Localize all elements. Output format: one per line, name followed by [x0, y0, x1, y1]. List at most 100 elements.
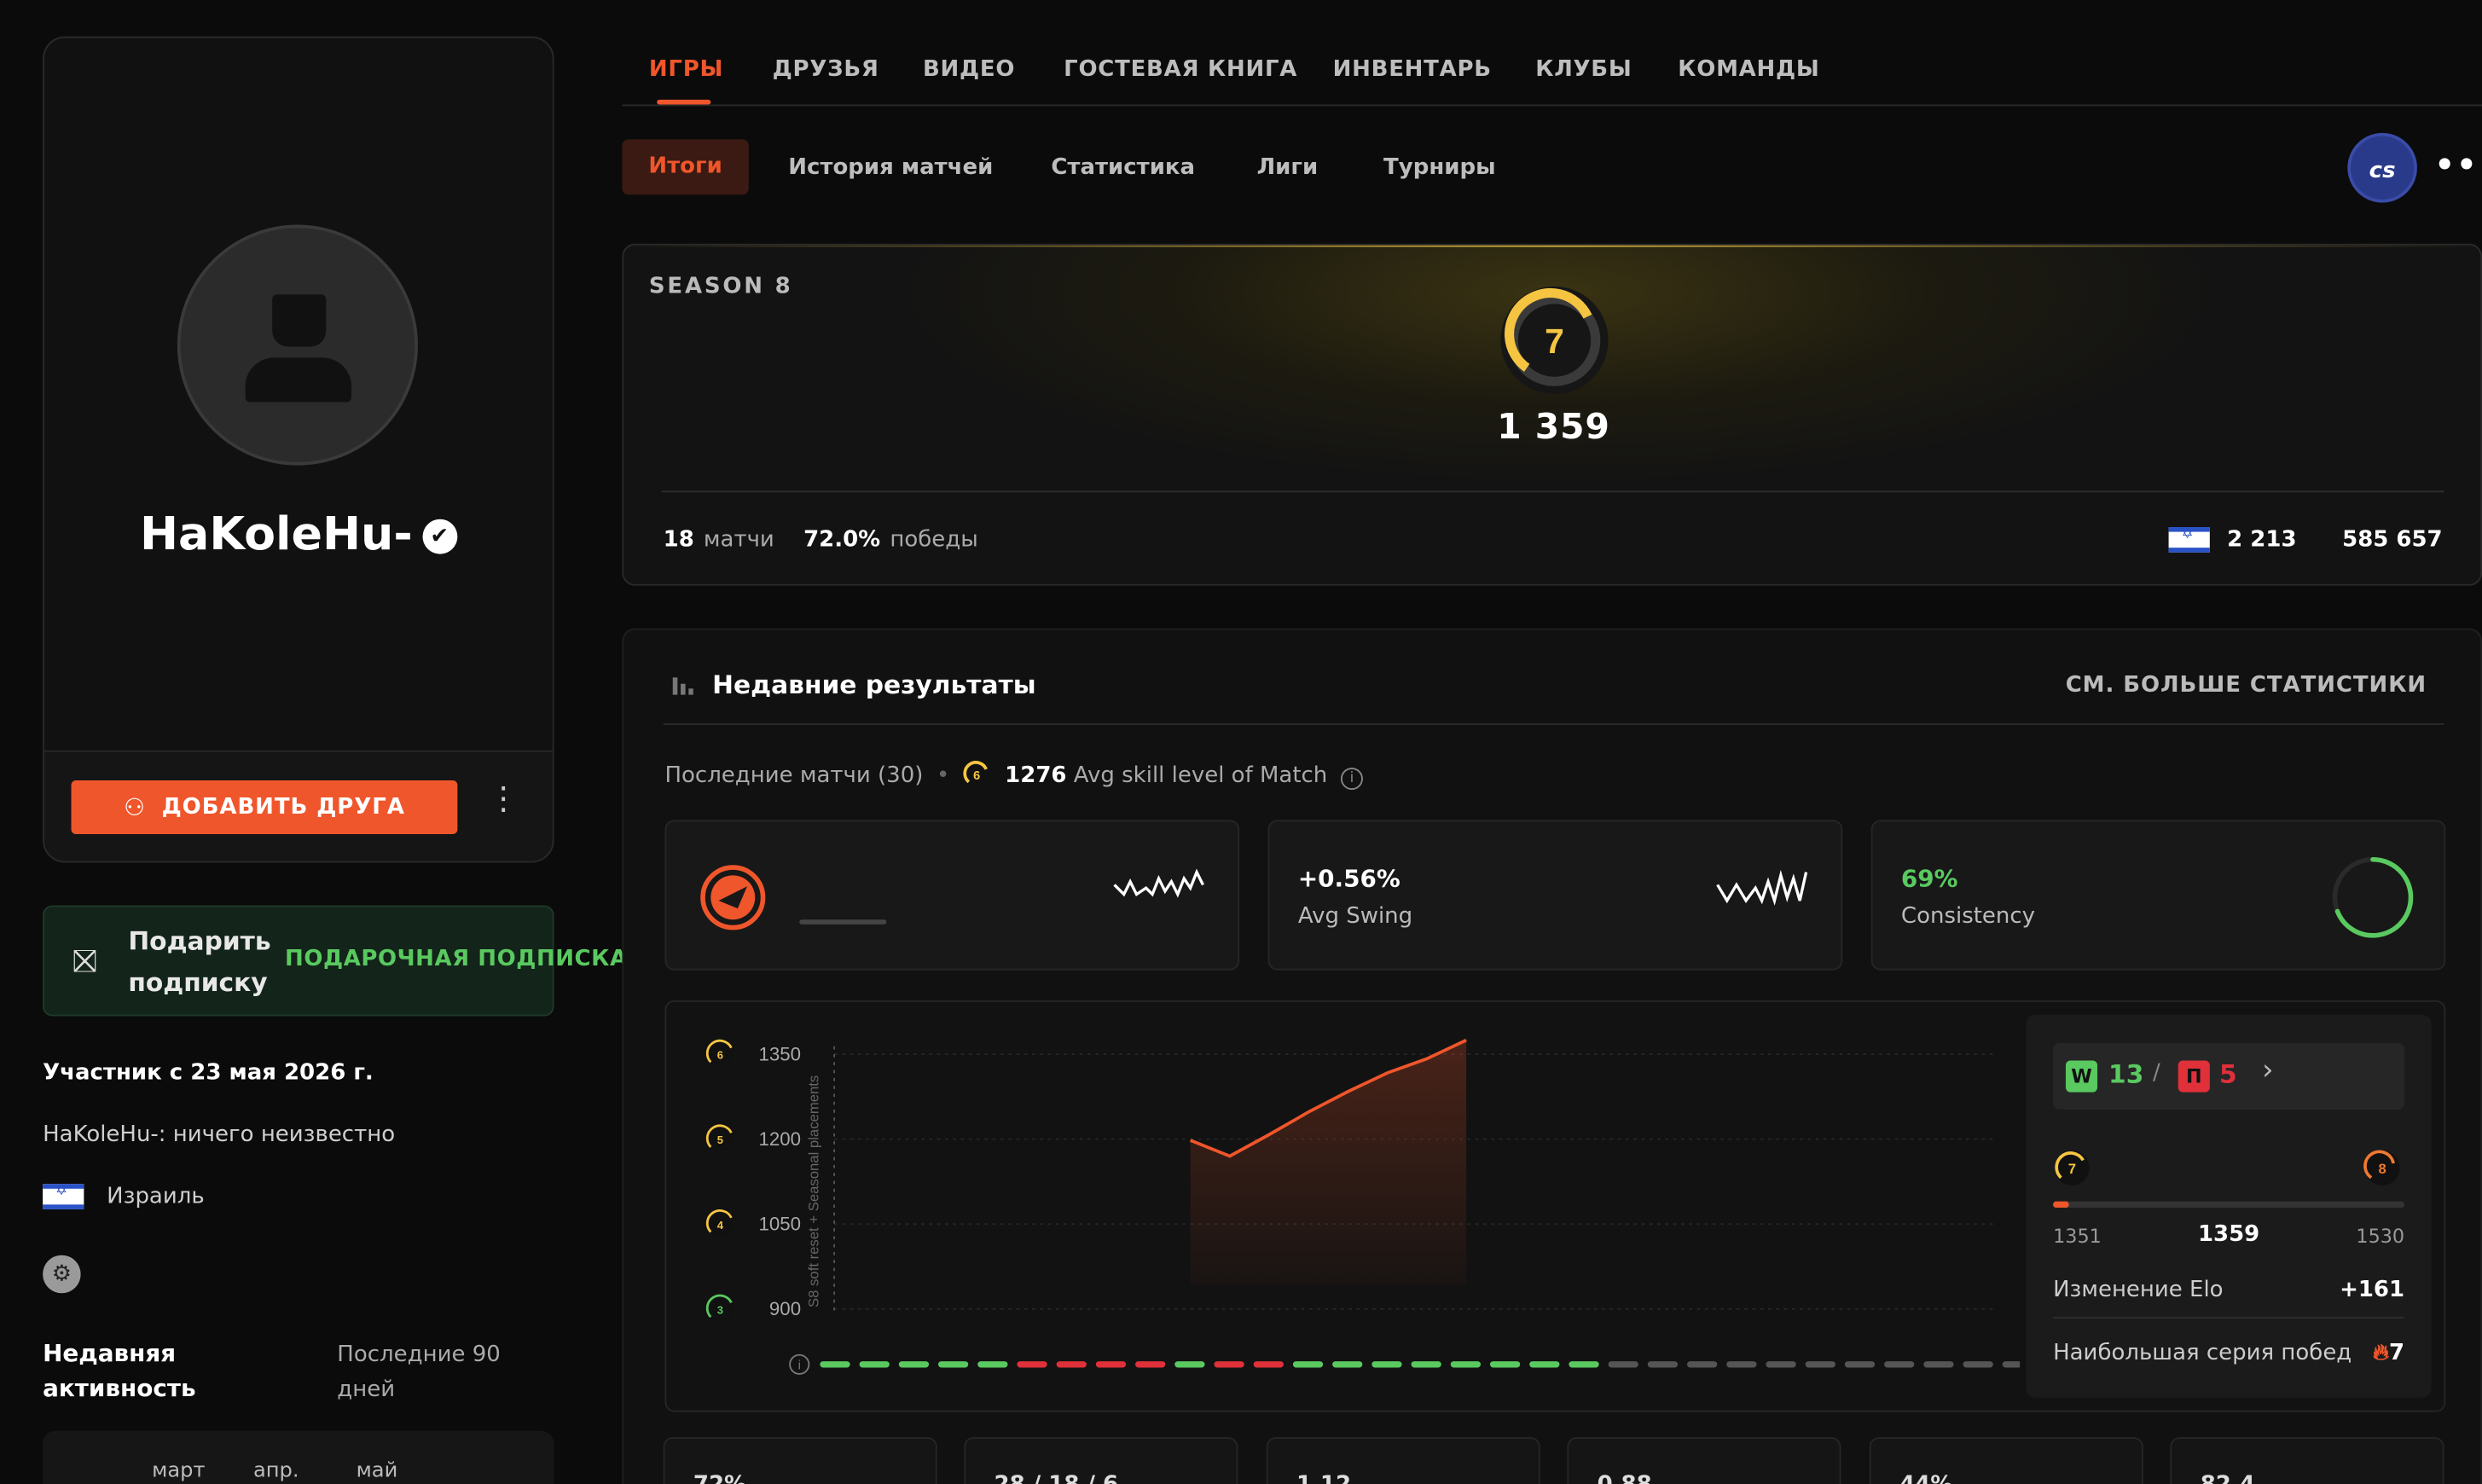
israel-flag-icon [2168, 527, 2210, 553]
stat-tile[interactable]: 28 / 18 / 6 [964, 1437, 1238, 1484]
divider [663, 723, 2444, 726]
avg-skill-value: 1276 [1005, 762, 1067, 789]
active-tab-indicator [657, 99, 711, 105]
calendar-month: май [356, 1459, 398, 1483]
tab-teams[interactable]: КОМАНДЫ [1678, 57, 1819, 83]
y-tick-label: 1050 [759, 1214, 802, 1235]
tab-clubs[interactable]: КЛУБЫ [1535, 57, 1632, 83]
wl-separator: / [2153, 1060, 2160, 1087]
more-menu-icon[interactable]: ••• [2434, 146, 2482, 184]
kpi-card-consistency[interactable]: 69% Consistency [1870, 820, 2446, 971]
nickname-text: HaKoleHu- [139, 506, 413, 560]
gift-subscription-card[interactable]: ⛝ Подарить подписку ПОДАРОЧНАЯ ПОДПИСКА [43, 905, 627, 1017]
result-segment [1095, 1361, 1127, 1368]
avg-swing-sparkline [1716, 869, 1808, 906]
elo-area [1190, 1040, 1467, 1285]
last-matches-label: Последние матчи (30) [664, 762, 924, 789]
result-segment [1923, 1361, 1954, 1368]
gift-icon: ⛝ [72, 942, 97, 980]
tab-videos[interactable]: ВИДЕО [923, 57, 1015, 83]
kpi-card-avg-swing[interactable]: +0.56% Avg Swing [1267, 820, 1843, 971]
y-badge-level: 5 [717, 1133, 723, 1146]
profile-country: Израиль [43, 1184, 205, 1209]
stat-tile[interactable]: 1.12 [1266, 1437, 1540, 1484]
add-friend-button[interactable]: ⚇ ДОБАВИТЬ ДРУГА [71, 780, 458, 835]
result-segment [1687, 1361, 1718, 1368]
result-segment [1371, 1361, 1402, 1368]
consistency-label: Consistency [1900, 903, 2036, 930]
steam-icon[interactable]: ⚙ [43, 1255, 81, 1294]
add-user-icon: ⚇ [124, 792, 147, 822]
member-since: Участник с 23 мая 2026 г. [43, 1060, 374, 1087]
result-segment [1726, 1361, 1757, 1368]
level-7-icon: 7 [2054, 1151, 2090, 1186]
result-segment [1017, 1361, 1047, 1368]
see-more-stats-link[interactable]: СМ. БОЛЬШЕ СТАТИСТИКИ [2066, 673, 2427, 699]
tab-friends[interactable]: ДРУЗЬЯ [773, 57, 879, 83]
performance-bar [799, 919, 887, 925]
matches-label: матчи [703, 527, 774, 553]
result-segment [1529, 1361, 1560, 1368]
season-card: SEASON 8 7 1 359 18 матчи 72.0% победы 2 2… [622, 243, 2482, 586]
stat-tile[interactable]: 82.4 [2170, 1437, 2444, 1484]
subtab-leagues[interactable]: Лиги [1257, 155, 1319, 181]
result-segment [1411, 1361, 1441, 1368]
divider [661, 490, 2444, 493]
subtab-match-history[interactable]: История матчей [788, 155, 993, 181]
season-ranks[interactable]: 2 213 585 657 [2168, 527, 2443, 553]
activity-calendar: март апр. май [43, 1430, 554, 1484]
chevron-right-icon: › [2262, 1054, 2274, 1088]
result-segment [937, 1361, 969, 1368]
result-segment [1450, 1361, 1482, 1368]
info-icon[interactable]: i [1340, 768, 1363, 791]
results-info-glyph: i [798, 1359, 801, 1372]
result-segment [859, 1361, 890, 1368]
stat-tile[interactable]: 72% [663, 1437, 937, 1484]
level-progress-track [2053, 1201, 2405, 1209]
tab-games[interactable]: ИГРЫ [649, 57, 723, 83]
activity-title: Недавняя активность [43, 1339, 196, 1403]
season-stats: 18 матчи 72.0% победы [664, 527, 978, 553]
cs2-game-icon[interactable]: cs [2347, 132, 2417, 203]
kpi-card-performance[interactable] [664, 820, 1240, 971]
calendar-month: март [152, 1459, 206, 1483]
winrate-value: 72.0% [803, 527, 881, 553]
result-segment [1135, 1361, 1166, 1368]
y-badge-level: 3 [717, 1303, 723, 1316]
level-6-number: 6 [974, 769, 981, 783]
tab-guestbook[interactable]: ГОСТЕВАЯ КНИГА [1064, 57, 1297, 83]
stat-tile-value: 44% [1899, 1472, 1952, 1484]
more-options-icon[interactable]: ⋮ [488, 782, 519, 826]
global-rank: 585 657 [2342, 527, 2443, 553]
subtab-statistics[interactable]: Статистика [1051, 155, 1195, 181]
tab-inventory[interactable]: ИНВЕНТАРЬ [1333, 57, 1492, 83]
activity-period[interactable]: Последние 90 дней [337, 1337, 527, 1407]
win-loss-row[interactable]: W 13 / П 5 › [2053, 1043, 2405, 1110]
stat-tile[interactable]: 0.88 [1567, 1437, 1841, 1484]
fire-icon: 🔥︎ [2372, 1340, 2390, 1366]
result-segment [1489, 1361, 1521, 1368]
stat-tile[interactable]: 44% [1869, 1437, 2143, 1484]
level-from-number: 7 [2068, 1161, 2076, 1177]
result-segment [820, 1361, 850, 1368]
season-elo: 1 359 [1497, 408, 1610, 449]
stat-tile-value: 28 / 18 / 6 [995, 1472, 1119, 1484]
y-level-badge: 3 [705, 1294, 734, 1322]
subtab-tournaments[interactable]: Турниры [1383, 155, 1496, 181]
result-segment [1214, 1361, 1244, 1368]
result-segment [1174, 1361, 1205, 1368]
avatar[interactable] [177, 224, 418, 466]
level-to-number: 8 [2378, 1161, 2386, 1177]
skill-level-badge: 7 [1500, 286, 1609, 395]
avg-swing-label: Avg Swing [1297, 903, 1413, 930]
elo-chart: 6 1350 5 1200 4 1050 3 900 S8 soft reset + Seas… [705, 1038, 2021, 1375]
y-tick-label: 1350 [759, 1043, 802, 1064]
dot-separator: • [937, 762, 950, 789]
subtab-overview[interactable]: Итоги [622, 139, 749, 195]
divider [2053, 1317, 2405, 1319]
gift-subscription-link[interactable]: ПОДАРОЧНАЯ ПОДПИСКА [285, 947, 628, 972]
recent-results-title: Недавние результаты [712, 670, 1036, 700]
bar-chart-icon [672, 677, 693, 695]
result-segment [1253, 1361, 1284, 1368]
country-name: Израиль [107, 1184, 205, 1209]
